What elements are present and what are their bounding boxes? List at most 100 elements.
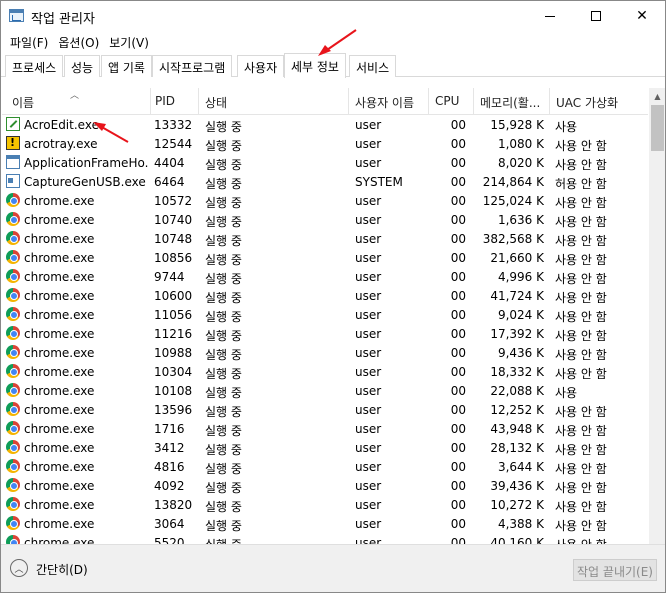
chrome-icon: [6, 307, 20, 321]
table-row[interactable]: chrome.exe 9744 실행 중 user 00 4,996 K 사용 안 함: [2, 267, 648, 286]
menu-view[interactable]: 보기(V): [104, 31, 154, 53]
process-pid: 3064: [154, 517, 185, 531]
table-row[interactable]: AcroEdit.exe 13332 실행 중 user 00 15,928 K 사용: [2, 115, 648, 134]
table-row[interactable]: chrome.exe 10988 실행 중 user 00 9,436 K 사용 안 함: [2, 343, 648, 362]
table-row[interactable]: chrome.exe 10856 실행 중 user 00 21,660 K 사용 안 함: [2, 248, 648, 267]
process-pid: 10304: [154, 365, 193, 379]
process-name-text: chrome.exe: [24, 479, 95, 493]
table-row[interactable]: chrome.exe 13596 실행 중 user 00 12,252 K 사용 안 함: [2, 400, 648, 419]
table-row[interactable]: CaptureGenUSB.exe 6464 실행 중 SYSTEM 00 214,864…: [2, 172, 648, 191]
process-status: 실행 중: [205, 272, 242, 286]
process-pid: 10740: [154, 213, 193, 227]
process-pid: 5520: [154, 536, 185, 544]
process-memory: 22,088 K: [490, 384, 544, 398]
column-user-name[interactable]: 사용자 이름: [349, 88, 429, 115]
process-memory: 41,724 K: [490, 289, 544, 303]
process-memory: 43,948 K: [490, 422, 544, 436]
process-memory: 9,024 K: [497, 308, 544, 322]
tab-app-history[interactable]: 앱 기록: [101, 55, 152, 77]
minimize-button[interactable]: [527, 1, 573, 31]
process-name: chrome.exe: [6, 210, 148, 229]
column-uac-virtualization[interactable]: UAC 가상화: [550, 88, 648, 115]
chrome-icon: [6, 440, 20, 454]
table-row[interactable]: chrome.exe 5520 실행 중 user 00 40,160 K 사용 안 함: [2, 533, 648, 544]
process-name-text: chrome.exe: [24, 441, 95, 455]
table-row[interactable]: chrome.exe 10748 실행 중 user 00 382,568 K 사용 안 함: [2, 229, 648, 248]
process-name-text: chrome.exe: [24, 194, 95, 208]
table-row[interactable]: chrome.exe 13820 실행 중 user 00 10,272 K 사용 안 함: [2, 495, 648, 514]
table-row[interactable]: chrome.exe 10572 실행 중 user 00 125,024 K 사용 안 함: [2, 191, 648, 210]
table-row[interactable]: chrome.exe 10304 실행 중 user 00 18,332 K 사용 안 함: [2, 362, 648, 381]
chrome-icon: [6, 516, 20, 530]
tab-users[interactable]: 사용자: [237, 55, 285, 77]
process-name: chrome.exe: [6, 248, 148, 267]
process-user: user: [355, 194, 382, 208]
tab-details[interactable]: 세부 정보: [284, 53, 346, 78]
chevron-up-icon[interactable]: ︿: [10, 559, 28, 577]
process-name: chrome.exe: [6, 229, 148, 248]
process-memory: 39,436 K: [490, 479, 544, 493]
chrome-icon: [6, 345, 20, 359]
process-pid: 4816: [154, 460, 185, 474]
maximize-button[interactable]: [573, 1, 619, 31]
process-status: 실행 중: [205, 234, 242, 248]
scroll-thumb[interactable]: [651, 105, 664, 151]
process-name: chrome.exe: [6, 267, 148, 286]
process-memory: 40,160 K: [490, 536, 544, 544]
tab-performance[interactable]: 성능: [64, 55, 101, 77]
process-memory: 1,636 K: [497, 213, 544, 227]
process-name: ApplicationFrameHo...: [6, 153, 148, 172]
process-status: 실행 중: [205, 253, 242, 267]
menu-file[interactable]: 파일(F): [5, 31, 53, 53]
process-cpu: 00: [450, 194, 466, 208]
end-task-button[interactable]: 작업 끝내기(E): [573, 559, 657, 581]
menu-options[interactable]: 옵션(O): [53, 31, 104, 53]
close-button[interactable]: ✕: [619, 1, 665, 31]
process-uac: 사용 안 함: [555, 533, 645, 544]
column-name[interactable]: 이름: [6, 88, 151, 115]
process-name-text: chrome.exe: [24, 536, 95, 544]
column-status[interactable]: 상태: [199, 88, 349, 115]
tab-services[interactable]: 서비스: [349, 55, 397, 77]
process-uac: 사용 안 함: [555, 310, 607, 324]
chrome-icon: [6, 535, 20, 544]
table-row[interactable]: ApplicationFrameHo... 4404 실행 중 user 00 8,020…: [2, 153, 648, 172]
column-cpu[interactable]: CPU: [429, 88, 474, 115]
table-row[interactable]: chrome.exe 10740 실행 중 user 00 1,636 K 사용 안 함: [2, 210, 648, 229]
process-memory: 4,996 K: [497, 270, 544, 284]
process-cpu: 00: [450, 384, 466, 398]
process-status: 실행 중: [205, 139, 242, 153]
process-name: acrotray.exe: [6, 134, 148, 153]
column-pid[interactable]: PID: [149, 88, 199, 115]
chrome-icon: [6, 383, 20, 397]
table-row[interactable]: chrome.exe 3064 실행 중 user 00 4,388 K 사용 안 함: [2, 514, 648, 533]
column-memory[interactable]: 메모리(활...: [474, 88, 550, 115]
process-name-text: CaptureGenUSB.exe: [24, 175, 146, 189]
process-pid: 13820: [154, 498, 193, 512]
process-name-text: chrome.exe: [24, 517, 95, 531]
process-user: user: [355, 479, 382, 493]
table-row[interactable]: chrome.exe 10108 실행 중 user 00 22,088 K 사용: [2, 381, 648, 400]
table-row[interactable]: chrome.exe 4816 실행 중 user 00 3,644 K 사용 안 함: [2, 457, 648, 476]
fewer-details-button[interactable]: 간단히(D): [36, 561, 88, 578]
process-memory: 8,020 K: [497, 156, 544, 170]
table-row[interactable]: chrome.exe 4092 실행 중 user 00 39,436 K 사용 안 함: [2, 476, 648, 495]
process-uac: 사용 안 함: [555, 462, 607, 476]
vertical-scrollbar[interactable]: ▲: [649, 88, 665, 544]
process-memory: 15,928 K: [490, 118, 544, 132]
process-uac: 사용: [555, 386, 578, 400]
table-row[interactable]: chrome.exe 11056 실행 중 user 00 9,024 K 사용 안 함: [2, 305, 648, 324]
table-row[interactable]: chrome.exe 1716 실행 중 user 00 43,948 K 사용 안 함: [2, 419, 648, 438]
table-row[interactable]: chrome.exe 10600 실행 중 user 00 41,724 K 사용 안 함: [2, 286, 648, 305]
process-cpu: 00: [450, 175, 466, 189]
process-name-text: chrome.exe: [24, 403, 95, 417]
window-title: 작업 관리자: [31, 12, 95, 27]
table-row[interactable]: chrome.exe 11216 실행 중 user 00 17,392 K 사용 안 함: [2, 324, 648, 343]
tab-startup[interactable]: 시작프로그램: [152, 55, 233, 77]
tab-processes[interactable]: 프로세스: [5, 55, 64, 77]
process-user: user: [355, 403, 382, 417]
table-row[interactable]: acrotray.exe 12544 실행 중 user 00 1,080 K 사용 안 함: [2, 134, 648, 153]
process-pid: 10108: [154, 384, 193, 398]
table-row[interactable]: chrome.exe 3412 실행 중 user 00 28,132 K 사용 안 함: [2, 438, 648, 457]
scroll-up-icon[interactable]: ▲: [649, 88, 665, 105]
